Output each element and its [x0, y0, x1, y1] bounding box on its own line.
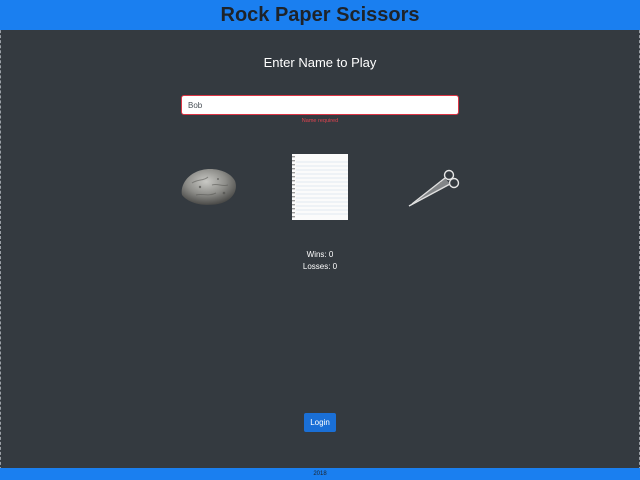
login-button[interactable]: Login: [304, 413, 336, 432]
losses-count: Losses: 0: [302, 262, 338, 271]
paper-choice[interactable]: [292, 154, 348, 220]
rock-icon: [181, 169, 236, 205]
scissors-choice[interactable]: [404, 166, 464, 210]
footer-bar: 2018: [0, 468, 640, 480]
header-bar: Rock Paper Scissors: [0, 0, 640, 30]
footer-year: 2018: [313, 471, 327, 477]
page-frame: [0, 0, 640, 480]
page-title: Rock Paper Scissors: [220, 3, 420, 26]
name-input[interactable]: [181, 95, 459, 115]
name-prompt: Enter Name to Play: [263, 55, 377, 70]
rock-choice[interactable]: [178, 165, 238, 207]
scissors-icon: [408, 169, 460, 207]
name-error-message: Name required: [301, 118, 339, 124]
wins-count: Wins: 0: [306, 250, 334, 259]
paper-icon: [292, 154, 348, 220]
